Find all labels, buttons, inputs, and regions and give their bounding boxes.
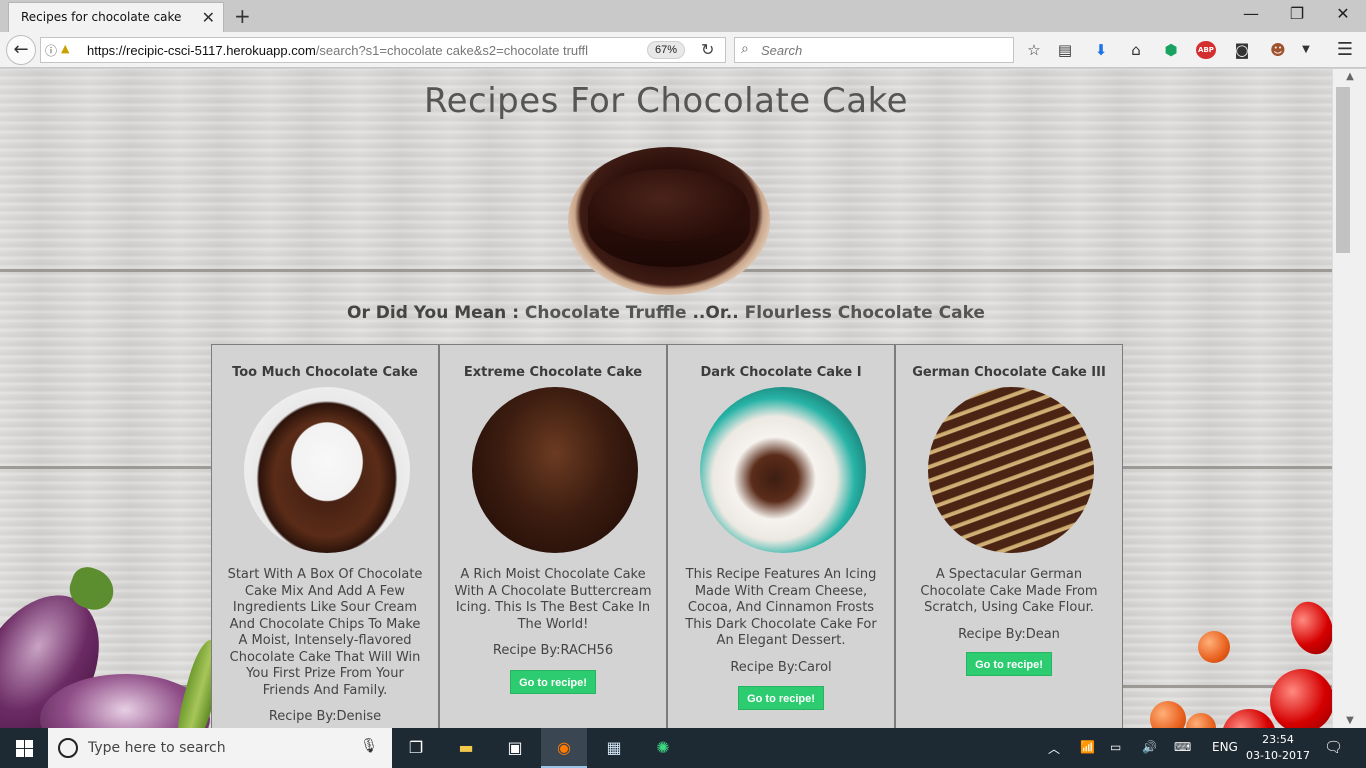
recipe-description: A Rich Moist Chocolate Cake With A Choco… [454,567,652,632]
close-icon[interactable]: ✕ [202,8,215,27]
recipe-author: Recipe By:Dean [958,627,1060,642]
keyboard-icon[interactable]: ⌨ [1174,740,1191,754]
recipe-image[interactable] [928,387,1094,553]
reload-icon[interactable]: ↻ [701,40,714,59]
windows-logo-icon [16,740,24,748]
cortana-icon [58,738,78,758]
recipe-card: German Chocolate Cake III A Spectacular … [895,344,1123,728]
recipe-author: Recipe By:Denise [268,709,382,724]
recipe-author: Recipe By:RACH56 [492,643,614,658]
info-icon[interactable]: ⓘ [45,42,57,59]
recipe-title[interactable]: German Chocolate Cake III [896,365,1122,380]
go-to-recipe-button[interactable]: Go to recipe! [966,652,1052,676]
window-close-button[interactable]: ✕ [1320,4,1366,23]
windows-logo-icon [25,749,33,757]
address-bar[interactable]: ⓘ ▲ https://recipic-csci-5117.herokuapp.… [40,37,726,63]
windows-start-button[interactable] [0,728,48,768]
windows-logo-icon [16,749,24,757]
taskbar-search-box[interactable]: Type here to search 🎙 [48,728,392,768]
zoom-level-badge[interactable]: 67% [647,41,685,59]
sync-icon[interactable]: ◙ [1231,40,1253,60]
clock-date: 03-10-2017 [1246,749,1310,762]
suggestion-link-chocolate-truffle[interactable]: Chocolate Truffle [525,303,687,323]
notifications-icon[interactable]: 🗨 [1324,738,1343,756]
browser-tab-bar: Recipes for chocolate cake ✕ + — ❐ ✕ [0,0,1366,32]
menu-icon[interactable]: ☰ [1334,40,1356,60]
did-you-mean: Or Did You Mean : Chocolate Truffle ..Or… [0,303,1332,323]
reading-list-icon[interactable]: ▤ [1054,40,1076,60]
atom-icon[interactable]: ✺ [640,728,686,768]
page-viewport: Recipes For Chocolate Cake Or Did You Me… [0,69,1332,728]
recipe-card: Dark Chocolate Cake I This Recipe Featur… [667,344,895,728]
language-indicator[interactable]: ENG [1212,740,1238,754]
back-button[interactable]: ← [6,35,36,65]
star-icon[interactable]: ☆ [1023,40,1045,60]
scroll-down-icon[interactable]: ▼ [1333,715,1366,726]
recipe-card: Extreme Chocolate Cake A Rich Moist Choc… [439,344,667,728]
search-icon: ⌕ [741,41,749,57]
new-tab-button[interactable]: + [234,4,251,28]
go-to-recipe-button[interactable]: Go to recipe! [738,686,824,710]
scroll-thumb[interactable] [1336,87,1350,253]
hero-cake-image [568,147,770,295]
home-icon[interactable]: ⌂ [1125,40,1147,60]
recipe-description: This Recipe Features An Icing Made With … [685,567,877,648]
recipe-image[interactable] [472,387,638,553]
recipe-description: A Spectacular German Chocolate Cake Made… [920,567,1098,615]
cake-top-decoration [590,169,748,241]
page-title: Recipes For Chocolate Cake [423,81,908,121]
browser-nav-bar: ← ⓘ ▲ https://recipic-csci-5117.herokuap… [0,32,1366,68]
browser-search-box[interactable]: ⌕ Search [734,37,1014,63]
recipe-title[interactable]: Extreme Chocolate Cake [440,365,666,380]
greasemonkey-icon[interactable]: ☻ [1267,40,1289,60]
browser-tab[interactable]: Recipes for chocolate cake ✕ [8,2,224,32]
task-view-icon[interactable]: ❐ [393,728,439,768]
did-you-mean-separator: ..Or.. [686,303,745,323]
minimize-button[interactable]: — [1228,4,1274,23]
extension-icon[interactable]: ⬢ [1160,40,1182,60]
taskbar-search-placeholder: Type here to search [88,740,226,756]
pepper-decoration [1283,595,1332,661]
recipe-description: Start With A Box Of Chocolate Cake Mix A… [227,567,423,698]
tomato-decoration [1198,631,1230,663]
app-window-icon[interactable]: ▦ [591,728,637,768]
file-explorer-icon[interactable]: ▬ [443,728,489,768]
tomato-decoration [1150,701,1186,728]
adblock-icon[interactable]: ABP [1196,41,1216,59]
tab-title: Recipes for chocolate cake [21,10,182,24]
url-text[interactable]: https://recipic-csci-5117.herokuapp.com/… [87,43,627,58]
overflow-icon[interactable]: ▼ [1295,40,1317,60]
recipe-image[interactable] [244,387,410,553]
go-to-recipe-button[interactable]: Go to recipe! [510,670,596,694]
tomato-decoration [1222,709,1276,728]
suggestion-link-flourless-chocolate-cake[interactable]: Flourless Chocolate Cake [745,303,985,323]
terminal-icon[interactable]: ▣ [492,728,538,768]
microphone-icon[interactable]: 🎙 [360,738,378,754]
search-placeholder: Search [761,43,803,58]
did-you-mean-label: Or Did You Mean : [347,303,525,323]
download-icon[interactable]: ⬇ [1090,40,1112,60]
firefox-icon[interactable]: ◉ [541,728,587,768]
scroll-up-icon[interactable]: ▲ [1333,71,1366,82]
windows-taskbar: Type here to search 🎙 ❐ ▬ ▣ ◉ ▦ ✺ ︿ 📶 ▭ … [0,728,1366,768]
recipe-author: Recipe By:Carol [730,660,832,675]
wifi-icon[interactable]: 📶 [1080,740,1095,754]
tray-expand-icon[interactable]: ︿ [1048,740,1060,757]
tomato-decoration [1270,669,1332,728]
recipe-image[interactable] [700,387,866,553]
restore-button[interactable]: ❐ [1274,4,1320,23]
battery-icon[interactable]: ▭ [1110,740,1121,754]
tomato-decoration [1186,713,1216,728]
taskbar-clock[interactable]: 23:54 03-10-2017 [1246,732,1310,764]
recipe-title[interactable]: Too Much Chocolate Cake [212,365,438,380]
lock-warning-icon[interactable]: ▲ [61,42,69,55]
clock-time: 23:54 [1262,733,1294,746]
recipe-card-grid: Too Much Chocolate Cake Start With A Box… [211,344,1123,728]
recipe-title[interactable]: Dark Chocolate Cake I [668,365,894,380]
windows-logo-icon [25,740,33,748]
recipe-card: Too Much Chocolate Cake Start With A Box… [211,344,439,728]
page-scrollbar[interactable]: ▲ ▼ [1332,69,1366,728]
volume-icon[interactable]: 🔊 [1142,740,1157,754]
